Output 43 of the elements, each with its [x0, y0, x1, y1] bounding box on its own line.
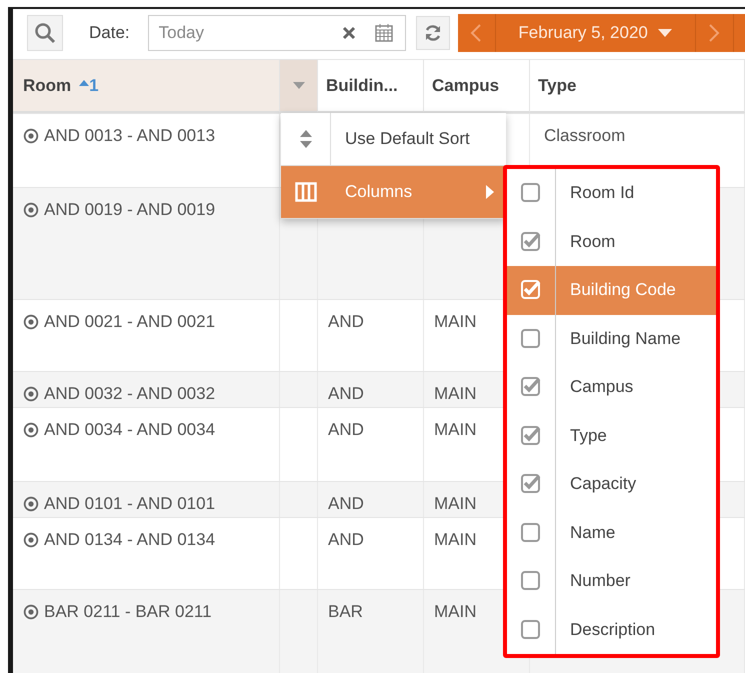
checked-checkbox[interactable] — [520, 376, 542, 398]
search-icon — [34, 22, 56, 44]
column-header[interactable]: Type — [530, 60, 745, 113]
date-field[interactable]: Today — [148, 15, 406, 51]
dot-circle-icon — [23, 314, 39, 330]
chevron-left-icon — [470, 23, 482, 43]
column-menu-button[interactable] — [280, 60, 318, 113]
column-option[interactable]: Description — [507, 606, 716, 654]
checked-checkbox[interactable] — [520, 279, 542, 302]
dot-circle-icon — [23, 128, 39, 144]
menu-item[interactable]: Use Default Sort — [281, 113, 506, 166]
clear-icon[interactable] — [342, 26, 356, 40]
checkbox[interactable] — [520, 570, 542, 592]
column-header[interactable]: Buildin... — [318, 60, 424, 113]
column-header[interactable]: Campus — [424, 60, 530, 113]
checkbox[interactable] — [520, 182, 542, 204]
sort-icon — [300, 129, 312, 149]
caret-right-icon — [486, 185, 494, 199]
calendar-icon[interactable] — [374, 23, 394, 43]
dot-circle-icon — [23, 202, 39, 218]
date-label: Date: — [89, 23, 130, 43]
checkbox[interactable] — [520, 618, 542, 641]
checkbox[interactable] — [520, 328, 542, 350]
checked-checkbox[interactable] — [520, 230, 542, 253]
refresh-button[interactable] — [416, 16, 450, 50]
caret-down-icon — [292, 82, 304, 89]
table-cell: BAR — [318, 590, 424, 673]
checked-checkbox[interactable] — [520, 424, 542, 447]
dot-circle-icon — [23, 604, 39, 620]
sort-order: 1 — [89, 76, 99, 96]
checkbox[interactable] — [520, 522, 542, 544]
column-header[interactable]: Room 1 — [13, 60, 280, 113]
sort-ascending-icon — [79, 78, 90, 86]
dot-circle-icon — [23, 386, 39, 402]
caret-down-icon — [658, 29, 672, 37]
dot-circle-icon — [23, 496, 39, 512]
dot-circle-icon — [23, 532, 39, 548]
search-button[interactable] — [27, 15, 63, 51]
table-cell: BAR 0211 - BAR 0211 — [13, 590, 280, 673]
columns-icon — [294, 182, 316, 202]
chevron-right-icon — [708, 23, 720, 43]
dot-circle-icon — [23, 422, 39, 438]
checked-checkbox[interactable] — [520, 473, 542, 496]
